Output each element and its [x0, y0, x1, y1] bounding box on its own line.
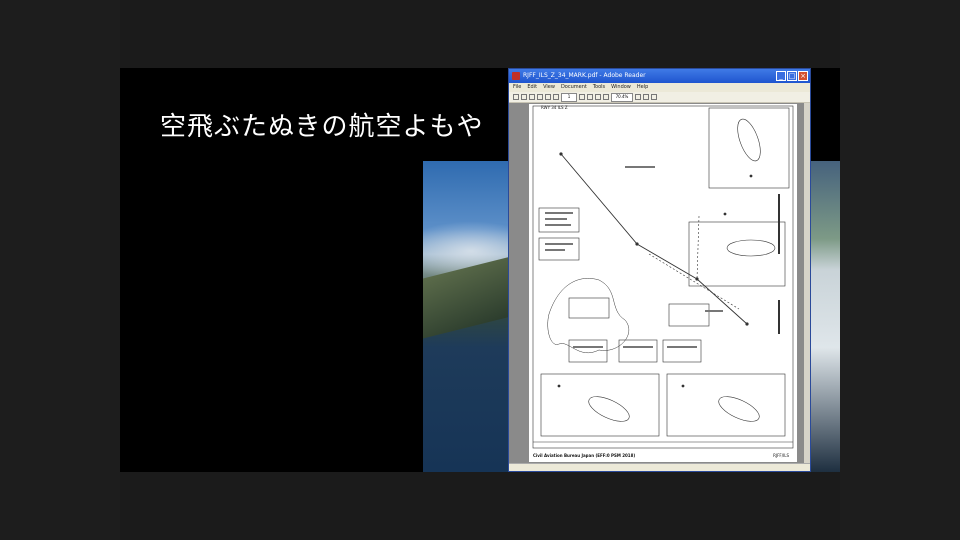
- status-bar: [509, 463, 810, 471]
- zoom-field[interactable]: 70.4%: [611, 92, 633, 102]
- hold-track-mid: [726, 239, 776, 257]
- fix-hold-mid: [723, 212, 727, 216]
- fix-hold-right: [681, 384, 685, 388]
- fix-iaf: [635, 242, 639, 246]
- zoom-in-icon[interactable]: [635, 94, 641, 100]
- bottom-letterbox: [120, 472, 840, 540]
- menu-edit[interactable]: Edit: [527, 83, 537, 92]
- text-line: [545, 218, 567, 220]
- left-pillarbox: [0, 0, 120, 540]
- hold-box-top: [708, 107, 790, 189]
- menu-document[interactable]: Document: [561, 83, 587, 92]
- reader-app-icon: [512, 72, 520, 80]
- fit-width-icon[interactable]: [651, 94, 657, 100]
- prev-page-icon[interactable]: [553, 94, 559, 100]
- approach-track: [560, 153, 748, 325]
- fit-page-icon[interactable]: [643, 94, 649, 100]
- zoom-out-icon[interactable]: [603, 94, 609, 100]
- info-box-3: [568, 297, 610, 319]
- pdf-viewer-window[interactable]: RJFF_ILS_Z_34_MARK.pdf - Adobe Reader _ …: [508, 68, 811, 472]
- hold-track-left: [588, 396, 630, 422]
- coastline-outline: [547, 278, 630, 353]
- approach-chart-drawing: [532, 105, 794, 449]
- toolbar: 1 70.4%: [509, 92, 810, 103]
- text-line: [573, 346, 603, 348]
- close-button[interactable]: ×: [798, 71, 808, 81]
- fix-north: [559, 152, 563, 156]
- document-area[interactable]: RWY 34 ILS Z Civil Aviation Bureau Japan…: [509, 103, 810, 463]
- menu-help[interactable]: Help: [637, 83, 648, 92]
- text-line: [705, 310, 723, 312]
- localizer-course: [648, 253, 740, 310]
- maximize-button[interactable]: □: [787, 71, 797, 81]
- text-line: [545, 243, 573, 245]
- menu-tools[interactable]: Tools: [593, 83, 605, 92]
- print-icon[interactable]: [529, 94, 535, 100]
- hold-box-left: [540, 373, 660, 437]
- vertical-scrollbar[interactable]: [804, 103, 810, 463]
- minimize-button[interactable]: _: [776, 71, 786, 81]
- select-tool-icon[interactable]: [595, 94, 601, 100]
- right-pillarbox: [840, 0, 960, 540]
- window-controls: _ □ ×: [776, 71, 808, 81]
- chart-frame: [532, 105, 794, 449]
- text-line: [623, 346, 653, 348]
- fix-hold-top: [749, 174, 753, 178]
- text-line: [545, 212, 573, 214]
- email-icon[interactable]: [537, 94, 543, 100]
- menu-view[interactable]: View: [543, 83, 555, 92]
- next-page-icon[interactable]: [579, 94, 585, 100]
- fix-if: [695, 277, 699, 281]
- dme-arc: [696, 215, 700, 280]
- hold-track-right: [718, 396, 760, 422]
- wing-edge: [810, 161, 840, 472]
- top-letterbox: [120, 0, 840, 68]
- save-icon[interactable]: [521, 94, 527, 100]
- open-icon[interactable]: [513, 94, 519, 100]
- text-line: [667, 346, 697, 348]
- hold-track-top: [737, 118, 761, 162]
- hold-box-right: [666, 373, 786, 437]
- hold-box-mid: [688, 221, 786, 287]
- menu-bar: File Edit View Document Tools Window Hel…: [509, 83, 814, 92]
- pdf-page: RWY 34 ILS Z Civil Aviation Bureau Japan…: [529, 104, 797, 462]
- text-line: [545, 249, 565, 251]
- chart-footer-right: RJFF/ILS: [773, 453, 789, 458]
- min-box-3: [662, 339, 702, 363]
- min-box-2: [618, 339, 658, 363]
- info-box-4: [668, 303, 710, 327]
- min-box-1: [568, 339, 608, 363]
- search-icon[interactable]: [545, 94, 551, 100]
- text-line: [545, 224, 571, 226]
- text-line: [625, 166, 655, 168]
- fix-faf: [745, 322, 749, 326]
- fix-hold-left: [557, 384, 561, 388]
- window-titlebar[interactable]: RJFF_ILS_Z_34_MARK.pdf - Adobe Reader _ …: [509, 69, 810, 83]
- video-title: 空飛ぶたぬきの航空よもや: [160, 112, 484, 142]
- page-number-field[interactable]: 1: [561, 92, 577, 102]
- menu-window[interactable]: Window: [611, 83, 631, 92]
- window-title: RJFF_ILS_Z_34_MARK.pdf - Adobe Reader: [523, 72, 646, 79]
- hand-tool-icon[interactable]: [587, 94, 593, 100]
- menu-file[interactable]: File: [513, 83, 521, 92]
- chart-footer-left: Civil Aviation Bureau Japan (EFF:0 PSM 2…: [533, 453, 636, 458]
